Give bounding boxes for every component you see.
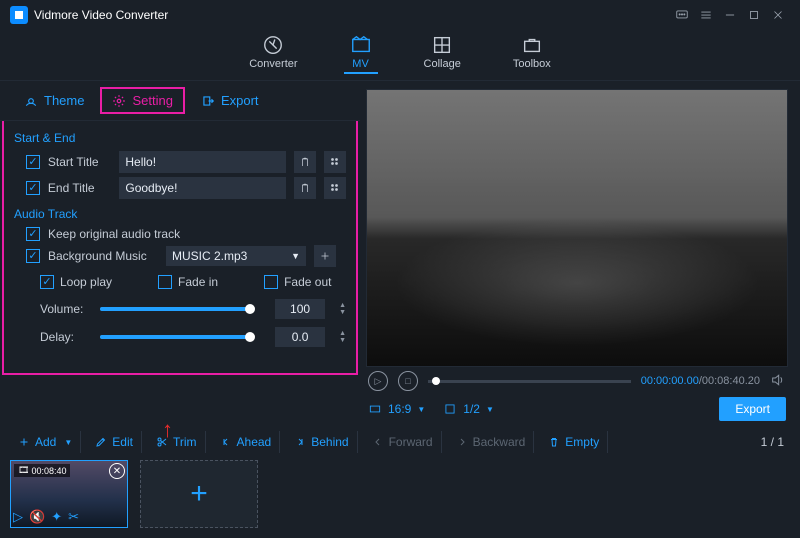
nav-toolbox[interactable]: Toolbox (507, 32, 557, 74)
section-audio: Audio Track (14, 207, 346, 221)
forward-button[interactable]: Forward (364, 431, 442, 453)
label-start-title: Start Title (48, 155, 111, 169)
nav-mv[interactable]: MV (344, 32, 378, 74)
clip-duration: 🎞 00:08:40 (14, 464, 70, 477)
volume-icon[interactable] (770, 372, 786, 391)
clip-play-icon[interactable]: ▷ (13, 509, 23, 525)
top-nav: Converter MV Collage Toolbox (0, 30, 800, 81)
add-button[interactable]: Add▼ (10, 431, 81, 453)
edit-button[interactable]: Edit (87, 431, 142, 453)
tab-export[interactable]: Export (191, 87, 269, 114)
left-tabs: Theme Setting Export (0, 81, 360, 121)
checkbox-start-title[interactable] (26, 155, 40, 169)
nav-label: Collage (424, 58, 461, 70)
add-music-button[interactable] (314, 245, 336, 267)
playback-controls: ▷ □ 00:00:00.00/00:08:40.20 (366, 367, 788, 395)
plus-icon: + (190, 477, 208, 511)
input-end-title[interactable] (119, 177, 286, 199)
nav-collage[interactable]: Collage (418, 32, 467, 74)
preview-column: ▷ □ 00:00:00.00/00:08:40.20 16:9 ▼ 1/2 ▼… (360, 81, 800, 421)
add-clip-slot[interactable]: + (140, 460, 258, 528)
clip-trim-icon[interactable]: ✂ (68, 509, 79, 525)
color-button-start[interactable] (324, 151, 346, 173)
maximize-icon[interactable] (742, 3, 766, 27)
clip-tray: 🎞 00:08:40 ✕ ▷ 🔇 ✦ ✂ + (0, 456, 800, 538)
font-button-end[interactable] (294, 177, 316, 199)
value-volume[interactable]: 100 (275, 299, 325, 319)
section-start-end: Start & End (14, 131, 346, 145)
time-display: 00:00:00.00/00:08:40.20 (641, 375, 760, 387)
slider-volume[interactable] (100, 307, 250, 311)
clip-remove-button[interactable]: ✕ (109, 463, 125, 479)
titlebar: Vidmore Video Converter (0, 0, 800, 30)
settings-column: Theme Setting Export Start & End Start T… (0, 81, 360, 421)
video-preview[interactable] (366, 89, 788, 367)
filmstrip-icon: 🎞 (18, 465, 29, 476)
checkbox-fadein[interactable]: Fade in (158, 275, 218, 289)
timeline[interactable] (428, 380, 631, 383)
tab-theme[interactable]: Theme (14, 87, 94, 114)
value-delay[interactable]: 0.0 (275, 327, 325, 347)
clip-thumbnail[interactable]: 🎞 00:08:40 ✕ ▷ 🔇 ✦ ✂ (10, 460, 128, 528)
menu-icon[interactable] (694, 3, 718, 27)
export-button[interactable]: Export (719, 397, 786, 421)
preview-frame (367, 90, 787, 366)
nav-label: Toolbox (513, 58, 551, 70)
aspect-dropdown[interactable]: 16:9 ▼ (368, 402, 425, 416)
color-button-end[interactable] (324, 177, 346, 199)
nav-converter[interactable]: Converter (243, 32, 303, 74)
backward-button[interactable]: Backward (448, 431, 535, 453)
label-volume: Volume: (40, 302, 90, 316)
chevron-down-icon: ▼ (291, 251, 300, 261)
clip-mute-icon[interactable]: 🔇 (29, 509, 45, 525)
input-start-title[interactable] (119, 151, 286, 173)
nav-label: Converter (249, 58, 297, 70)
tab-setting[interactable]: Setting (100, 87, 184, 114)
app-title: Vidmore Video Converter (34, 8, 168, 22)
stop-button[interactable]: □ (398, 371, 418, 391)
checkbox-fadeout[interactable]: Fade out (264, 275, 331, 289)
trim-button[interactable]: Trim (148, 431, 206, 453)
label-end-title: End Title (48, 181, 111, 195)
checkbox-loop[interactable]: Loop play (40, 275, 112, 289)
main-area: Theme Setting Export Start & End Start T… (0, 81, 800, 421)
close-icon[interactable] (766, 3, 790, 27)
settings-panel: Start & End Start Title End Title Audio … (2, 121, 358, 375)
preview-options: 16:9 ▼ 1/2 ▼ Export (366, 395, 788, 421)
label-bg-music: Background Music (48, 249, 158, 263)
minimize-icon[interactable] (718, 3, 742, 27)
pager: 1 / 1 (761, 435, 790, 449)
label-keep-audio: Keep original audio track (48, 227, 180, 241)
play-button[interactable]: ▷ (368, 371, 388, 391)
label-delay: Delay: (40, 330, 90, 344)
clip-toolbar: Add▼ Edit Trim Ahead Behind Forward Back… (0, 421, 800, 456)
checkbox-keep-audio[interactable] (26, 227, 40, 241)
empty-button[interactable]: Empty (540, 431, 608, 453)
clip-effects-icon[interactable]: ✦ (51, 509, 62, 525)
checkbox-end-title[interactable] (26, 181, 40, 195)
behind-button[interactable]: Behind (286, 431, 357, 453)
checkbox-bg-music[interactable] (26, 249, 40, 263)
spinner-delay[interactable]: ▲▼ (339, 330, 346, 344)
zoom-dropdown[interactable]: 1/2 ▼ (443, 402, 494, 416)
ahead-button[interactable]: Ahead (212, 431, 281, 453)
feedback-icon[interactable] (670, 3, 694, 27)
font-button-start[interactable] (294, 151, 316, 173)
spinner-volume[interactable]: ▲▼ (339, 302, 346, 316)
app-logo-icon (10, 6, 28, 24)
nav-label: MV (352, 58, 369, 70)
annotation-arrow-icon: ↑ (162, 417, 173, 443)
select-bg-music[interactable]: MUSIC 2.mp3 ▼ (166, 246, 306, 266)
slider-delay[interactable] (100, 335, 250, 339)
